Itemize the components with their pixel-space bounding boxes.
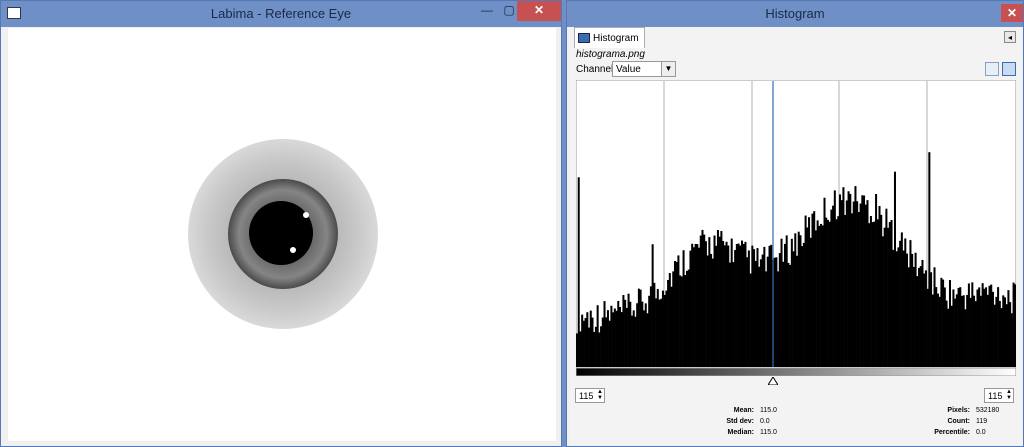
tab-row: Histogram ◂ bbox=[570, 27, 1022, 48]
stat-value: 0.0 bbox=[759, 418, 770, 425]
histogram-panel: Histogram ◂ histograma.png Channel: Valu… bbox=[570, 27, 1022, 445]
log-mode-button[interactable] bbox=[1002, 62, 1016, 76]
spin-arrows-icon[interactable]: ▲ ▼ bbox=[1005, 389, 1013, 402]
highlight bbox=[303, 212, 309, 218]
range-end-value: 115 bbox=[988, 391, 1003, 401]
reference-eye-window: Labima - Reference Eye — ▢ ✕ bbox=[0, 0, 562, 447]
linear-mode-button[interactable] bbox=[985, 62, 999, 76]
stat-label: Percentile: bbox=[934, 429, 970, 436]
stat-row: Percentile: 0.0 bbox=[916, 429, 1016, 436]
stat-value: 119 bbox=[975, 418, 988, 425]
image-canvas[interactable] bbox=[8, 28, 556, 441]
stat-value: 115.0 bbox=[759, 429, 777, 436]
stat-value: 0.0 bbox=[975, 429, 986, 436]
channel-value: Value bbox=[616, 64, 641, 75]
stat-row: Count: 119 bbox=[916, 418, 1016, 425]
tab-label: Histogram bbox=[593, 32, 639, 44]
chevron-down-icon: ▼ bbox=[661, 62, 675, 76]
tab-menu-button[interactable]: ◂ bbox=[1004, 31, 1016, 43]
channel-label: Channel: bbox=[576, 64, 617, 75]
gradient-bar bbox=[576, 368, 1016, 376]
slider-handle-icon[interactable] bbox=[768, 377, 778, 385]
right-titlebar[interactable]: Histogram ✕ bbox=[567, 1, 1023, 27]
window-title: Histogram bbox=[765, 6, 825, 21]
stat-row: Std dev: 0.0 bbox=[700, 418, 810, 425]
stat-label: Count: bbox=[947, 418, 970, 425]
stat-row: Pixels: 532180 bbox=[916, 407, 1016, 414]
stat-label: Median: bbox=[727, 429, 754, 436]
pupil bbox=[249, 201, 313, 265]
stat-label: Std dev: bbox=[726, 418, 754, 425]
channel-select[interactable]: Value ▼ bbox=[612, 61, 676, 77]
stat-label: Pixels: bbox=[947, 407, 970, 414]
histogram-chart[interactable] bbox=[576, 80, 1016, 372]
left-titlebar[interactable]: Labima - Reference Eye — ▢ ✕ bbox=[1, 1, 561, 27]
tab-histogram[interactable]: Histogram bbox=[574, 27, 645, 48]
stat-value: 115.0 bbox=[759, 407, 777, 414]
close-button[interactable]: ✕ bbox=[517, 1, 561, 21]
histogram-icon bbox=[578, 33, 590, 43]
stat-row: Median: 115.0 bbox=[700, 429, 810, 436]
highlight bbox=[290, 247, 296, 253]
eye-image bbox=[188, 139, 378, 329]
range-start-value: 115 bbox=[579, 391, 594, 401]
stat-label: Mean: bbox=[733, 407, 754, 414]
stat-row: Mean: 115.0 bbox=[700, 407, 810, 414]
spin-arrows-icon[interactable]: ▲ ▼ bbox=[596, 389, 604, 402]
file-name: histograma.png bbox=[576, 49, 645, 60]
range-start-input[interactable]: 115 ▲ ▼ bbox=[575, 388, 605, 403]
range-end-input[interactable]: 115 ▲ ▼ bbox=[984, 388, 1014, 403]
close-button[interactable]: ✕ bbox=[1001, 4, 1023, 22]
stat-value: 532180 bbox=[975, 407, 1000, 414]
histogram-window: Histogram ✕ Histogram ◂ histograma.png C… bbox=[566, 0, 1024, 447]
